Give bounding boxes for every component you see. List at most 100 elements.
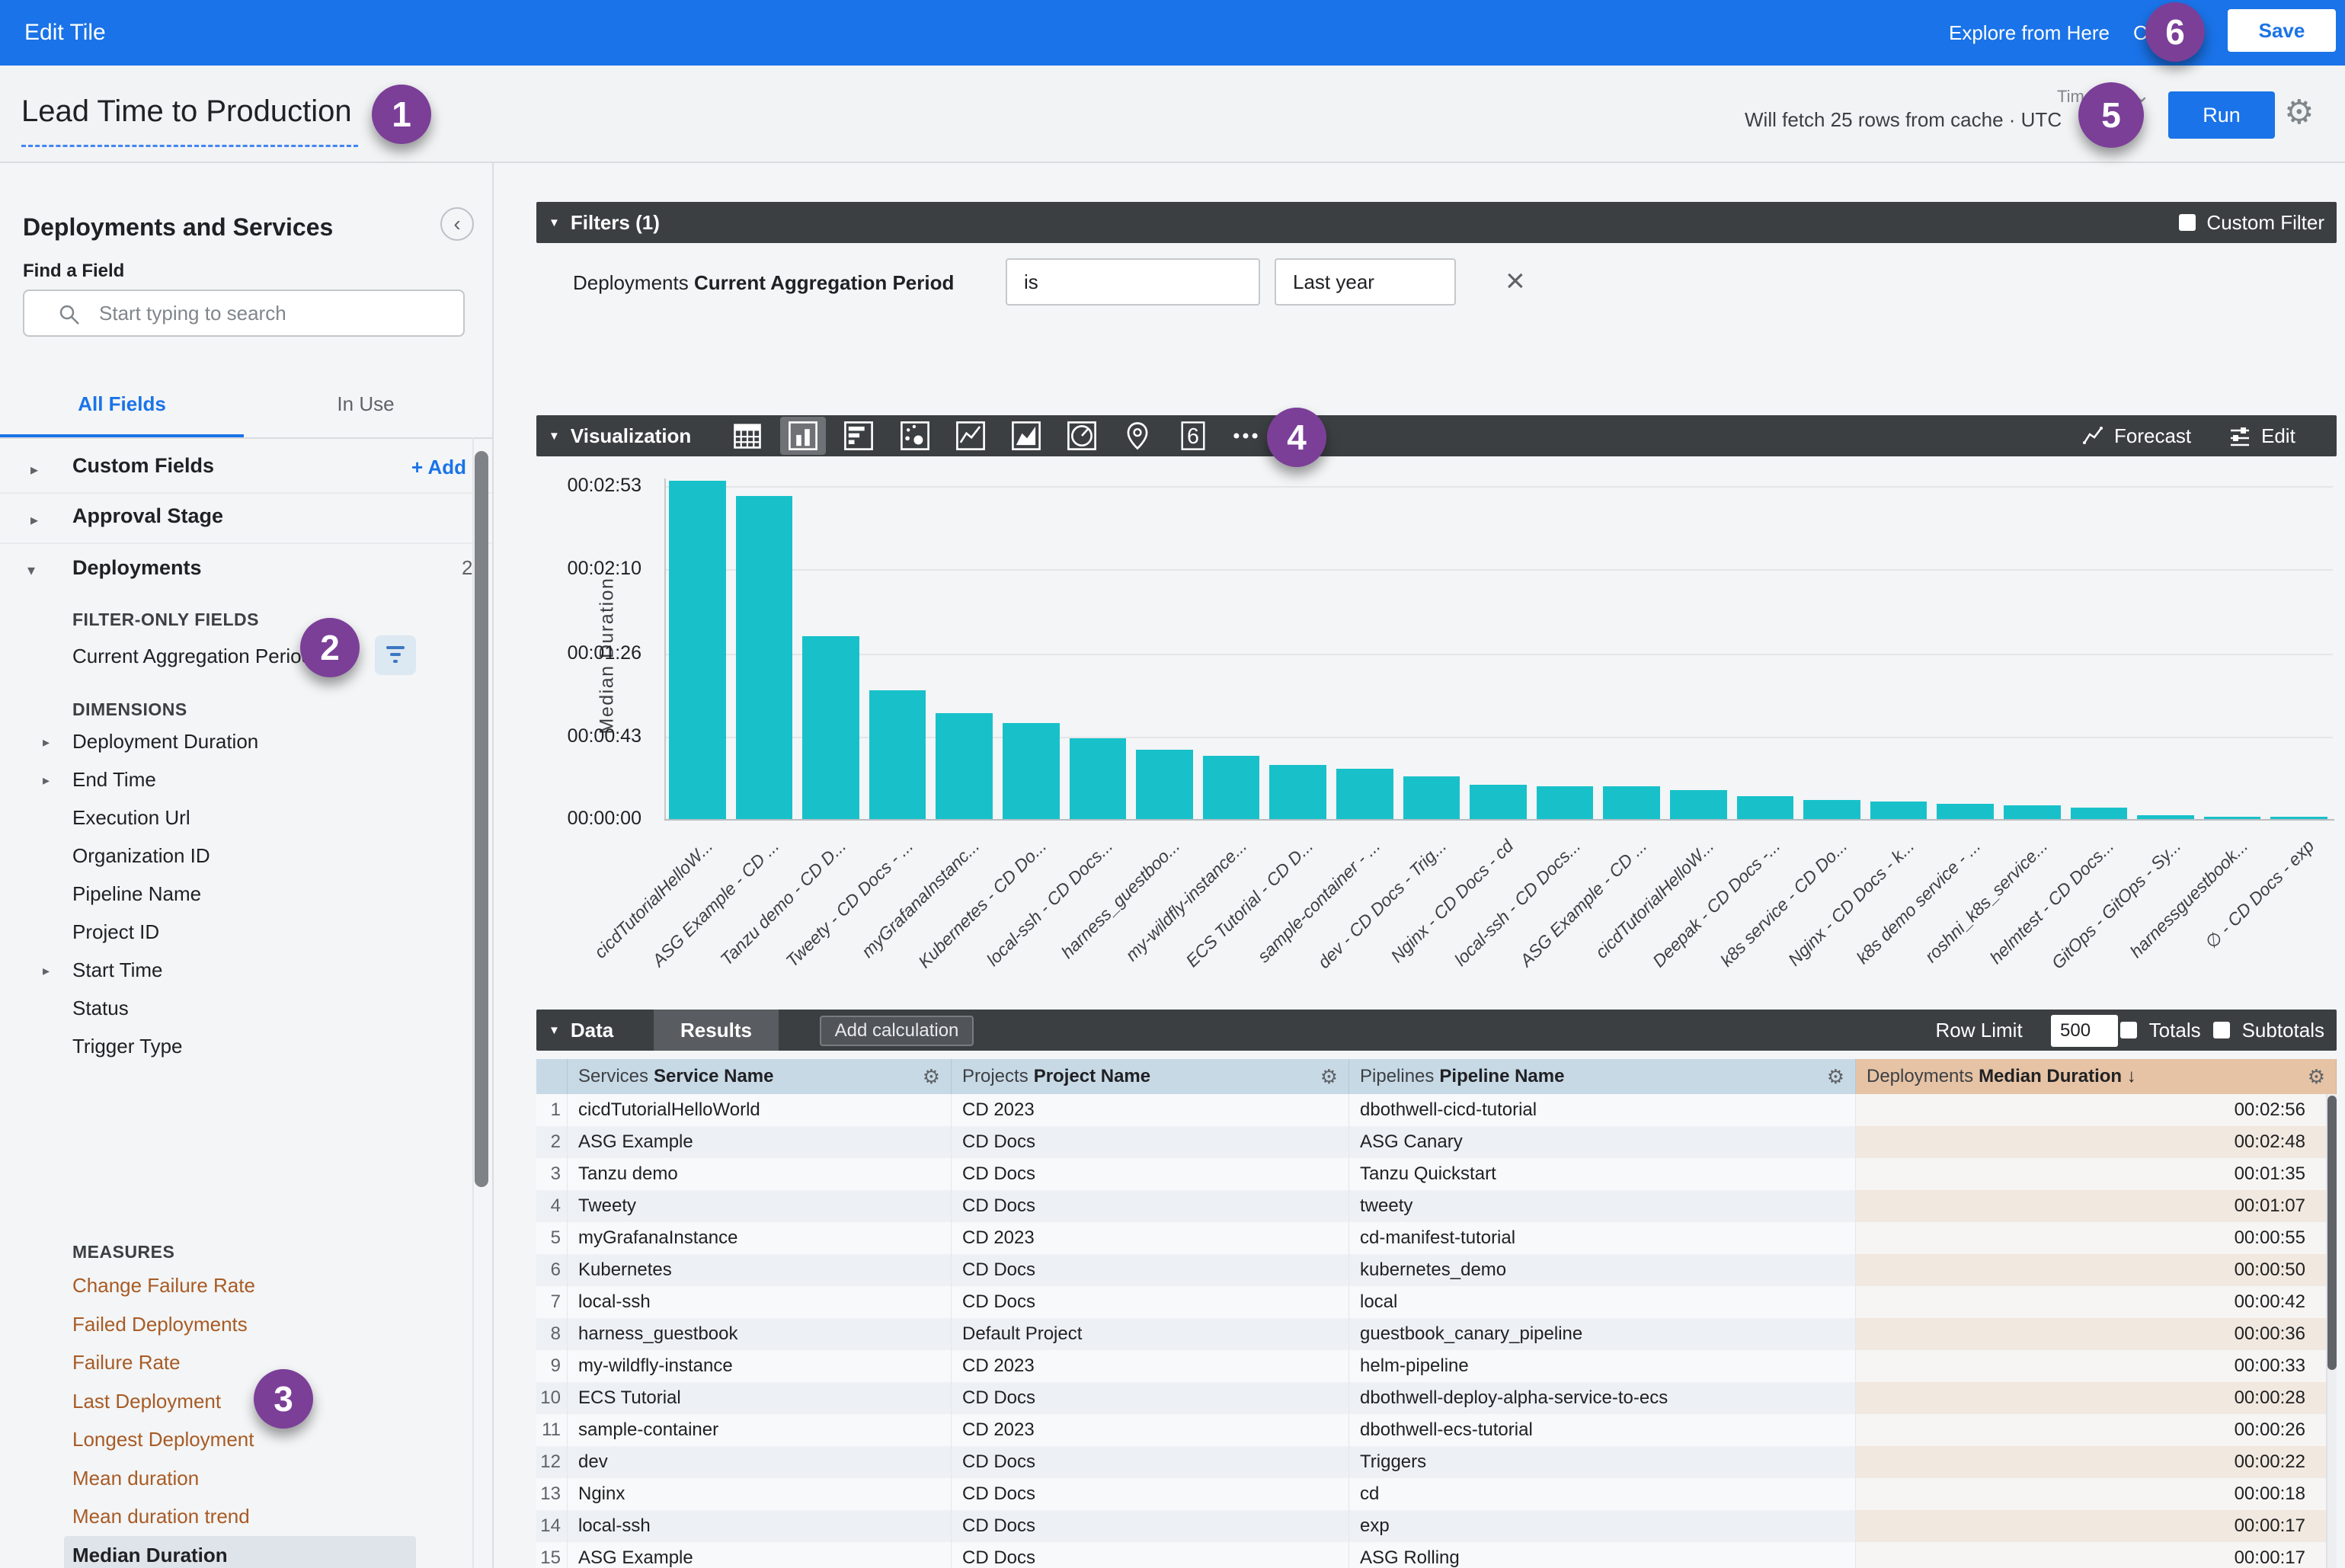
tile-title[interactable]: Lead Time to Production xyxy=(21,94,352,129)
gear-icon[interactable]: ⚙ xyxy=(2284,93,2314,132)
bar[interactable] xyxy=(1537,786,1594,819)
column-header-project-name[interactable]: ProjectsProject Name⚙ xyxy=(952,1059,1349,1094)
sidebar-dimension-execution-url[interactable]: Execution Url xyxy=(72,806,190,830)
tab-results[interactable]: Results xyxy=(654,1010,779,1051)
sidebar-measure-median-duration[interactable]: Median Duration xyxy=(72,1544,228,1567)
sidebar-dimension-deployment-duration[interactable]: Deployment Duration xyxy=(72,730,258,754)
viz-type-line-chart-icon[interactable] xyxy=(948,417,993,455)
expand-icon[interactable]: ▸ xyxy=(43,734,50,750)
sidebar-measure-longest-deployment[interactable]: Longest Deployment xyxy=(72,1428,254,1451)
subtotals-checkbox[interactable] xyxy=(2213,1022,2230,1038)
save-button[interactable]: Save xyxy=(2228,9,2336,52)
explore-from-here-button[interactable]: Explore from Here xyxy=(1949,0,2110,66)
tab-in-use[interactable]: In Use xyxy=(244,373,488,434)
sidebar-measure-last-deployment[interactable]: Last Deployment xyxy=(72,1390,221,1413)
expand-icon[interactable]: ▸ xyxy=(30,460,38,479)
column-gear-icon[interactable]: ⚙ xyxy=(1320,1065,1338,1089)
bar[interactable] xyxy=(802,636,859,819)
bar[interactable] xyxy=(1737,796,1794,819)
table-row[interactable]: 11sample-containerCD 2023dbothwell-ecs-t… xyxy=(536,1414,2337,1446)
filter-operator-select[interactable]: is xyxy=(1006,258,1260,306)
viz-type-table-icon[interactable] xyxy=(725,417,770,455)
expand-icon[interactable]: ▸ xyxy=(43,773,50,789)
table-row[interactable]: 12devCD DocsTriggers00:00:22 xyxy=(536,1446,2337,1478)
add-calculation-button[interactable]: Add calculation xyxy=(820,1016,974,1046)
bar[interactable] xyxy=(869,690,926,819)
sidebar-dimension-start-time[interactable]: Start Time xyxy=(72,958,162,982)
viz-type-more-icon[interactable] xyxy=(1223,417,1268,455)
sidebar-dimension-trigger-type[interactable]: Trigger Type xyxy=(72,1035,183,1058)
bar[interactable] xyxy=(1803,800,1860,819)
table-row[interactable]: 14local-sshCD Docsexp00:00:17 xyxy=(536,1510,2337,1542)
table-row[interactable]: 2ASG ExampleCD DocsASG Canary00:02:48 xyxy=(536,1126,2337,1158)
table-row[interactable]: 3Tanzu demoCD DocsTanzu Quickstart00:01:… xyxy=(536,1158,2337,1190)
bar[interactable] xyxy=(1937,804,1994,819)
bar[interactable] xyxy=(2004,805,2061,819)
sidebar-measure-change-failure-rate[interactable]: Change Failure Rate xyxy=(72,1274,255,1298)
forecast-button[interactable]: Forecast xyxy=(2082,415,2191,456)
sidebar-measure-failed-deployments[interactable]: Failed Deployments xyxy=(72,1313,248,1336)
viz-type-column-chart-icon[interactable] xyxy=(780,417,826,455)
sidebar-measure-failure-rate[interactable]: Failure Rate xyxy=(72,1351,181,1374)
bar[interactable] xyxy=(1336,769,1393,819)
expand-icon[interactable]: ▸ xyxy=(43,963,50,979)
sidebar-group-approval-stage[interactable]: Approval Stage xyxy=(72,504,223,528)
sidebar-group-custom-fields[interactable]: Custom Fields xyxy=(72,454,214,478)
column-header-pipeline-name[interactable]: PipelinesPipeline Name⚙ xyxy=(1349,1059,1856,1094)
bar[interactable] xyxy=(1003,723,1060,819)
table-row[interactable]: 9my-wildfly-instanceCD 2023helm-pipeline… xyxy=(536,1350,2337,1382)
filter-value-input[interactable]: Last year xyxy=(1275,258,1456,306)
viz-type-single-value-icon[interactable]: 6 xyxy=(1170,417,1216,455)
sidebar-dimension-pipeline-name[interactable]: Pipeline Name xyxy=(72,882,201,906)
section-collapse-icon[interactable]: ▼ xyxy=(549,1024,560,1037)
bar[interactable] xyxy=(669,481,726,819)
column-header-median-duration[interactable]: DeploymentsMedian Duration ↓⚙ xyxy=(1856,1059,2337,1094)
collapse-panel-icon[interactable]: ‹ xyxy=(440,207,474,241)
table-row[interactable]: 8harness_guestbookDefault Projectguestbo… xyxy=(536,1318,2337,1350)
sidebar-dimension-project-id[interactable]: Project ID xyxy=(72,920,159,944)
collapse-icon[interactable]: ▾ xyxy=(27,561,35,580)
bar[interactable] xyxy=(2071,808,2128,819)
custom-filter-checkbox[interactable] xyxy=(2179,214,2196,231)
add-custom-field-button[interactable]: + Add xyxy=(411,456,475,479)
viz-type-pie-chart-icon[interactable] xyxy=(1059,417,1105,455)
table-scrollbar-thumb[interactable] xyxy=(2327,1096,2337,1370)
viz-type-scatter-icon[interactable] xyxy=(892,417,938,455)
bar[interactable] xyxy=(1870,802,1928,819)
totals-checkbox[interactable] xyxy=(2120,1022,2137,1038)
sidebar-scrollbar[interactable] xyxy=(475,451,488,1187)
edit-viz-button[interactable]: Edit xyxy=(2228,415,2295,456)
bar[interactable] xyxy=(1470,785,1527,819)
tab-all-fields[interactable]: All Fields xyxy=(0,373,244,434)
sidebar-measure-mean-duration[interactable]: Mean duration xyxy=(72,1467,199,1490)
table-row[interactable]: 15ASG ExampleCD DocsASG Rolling00:00:17 xyxy=(536,1542,2337,1568)
filters-section-bar[interactable]: ▼ Filters (1) Custom Filter xyxy=(536,202,2337,243)
table-row[interactable]: 4TweetyCD Docstweety00:01:07 xyxy=(536,1190,2337,1222)
bar[interactable] xyxy=(1136,750,1193,819)
bar[interactable] xyxy=(1603,786,1660,819)
table-row[interactable]: 1cicdTutorialHelloWorldCD 2023dbothwell-… xyxy=(536,1094,2337,1126)
column-gear-icon[interactable]: ⚙ xyxy=(923,1065,940,1089)
column-header-service-name[interactable]: ServicesService Name⚙ xyxy=(568,1059,952,1094)
bar[interactable] xyxy=(736,496,793,819)
viz-type-map-pin-icon[interactable] xyxy=(1115,417,1160,455)
column-gear-icon[interactable]: ⚙ xyxy=(2308,1065,2325,1089)
sidebar-field-current-aggregation-period[interactable]: Current Aggregation Period xyxy=(72,645,312,668)
viz-type-bar-chart-icon[interactable] xyxy=(836,417,881,455)
column-gear-icon[interactable]: ⚙ xyxy=(1827,1065,1844,1089)
table-row[interactable]: 5myGrafanaInstanceCD 2023cd-manifest-tut… xyxy=(536,1222,2337,1254)
sidebar-group-deployments[interactable]: Deployments xyxy=(72,556,202,580)
bar[interactable] xyxy=(1403,776,1460,819)
bar[interactable] xyxy=(936,713,993,819)
remove-filter-icon[interactable]: × xyxy=(1505,262,1525,300)
expand-icon[interactable]: ▸ xyxy=(30,510,38,530)
table-row[interactable]: 6KubernetesCD Docskubernetes_demo00:00:5… xyxy=(536,1254,2337,1286)
bar[interactable] xyxy=(1203,756,1260,819)
table-row[interactable]: 10ECS TutorialCD Docsdbothwell-deploy-al… xyxy=(536,1382,2337,1414)
filter-field-button[interactable] xyxy=(375,635,416,675)
row-limit-input[interactable] xyxy=(2051,1015,2118,1047)
search-input[interactable] xyxy=(98,296,448,331)
bar[interactable] xyxy=(1070,738,1127,819)
bar[interactable] xyxy=(1670,790,1727,819)
sidebar-dimension-status[interactable]: Status xyxy=(72,997,129,1020)
